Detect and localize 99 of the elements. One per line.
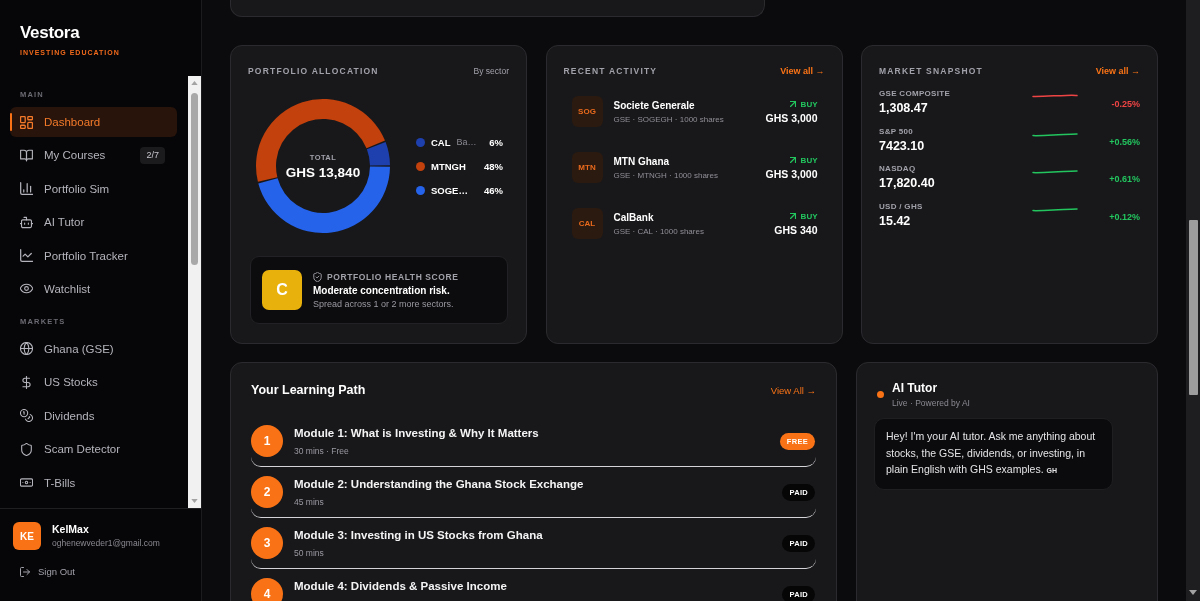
nav-item[interactable]: Dashboard (10, 107, 177, 137)
eye-icon (20, 282, 33, 296)
index-change: -0.25% (1110, 99, 1140, 111)
dollar-icon (20, 375, 33, 389)
nav-item[interactable]: Dividends (10, 400, 177, 431)
view-all-link[interactable]: View all → (1095, 66, 1140, 76)
company-name: MTN Ghana (613, 155, 671, 167)
caret-down-icon[interactable] (1189, 590, 1197, 595)
avatar: KE (13, 522, 41, 550)
index-name: S&P 500 (879, 126, 914, 136)
user-name: KelMax (52, 523, 89, 535)
legend-ticker: MTNGH (431, 160, 466, 172)
index-value: 7423.10 (879, 138, 926, 153)
tutor-title: AI Tutor (892, 381, 939, 395)
health-headline: Moderate concentration risk. (313, 284, 451, 296)
user-email: oghenewveder1@gmail.com (52, 538, 160, 549)
brand-name: Vestora (20, 23, 80, 43)
module-number: 1 (251, 425, 283, 457)
nav-item[interactable]: My Courses 2/7 (10, 140, 177, 171)
view-all-link[interactable]: View All → (770, 384, 816, 396)
shield-icon (20, 442, 33, 456)
module-meta: 30 mins · Free (294, 445, 350, 457)
trade-amount: GHS 340 (774, 223, 818, 236)
page-scrollbar[interactable] (1186, 0, 1200, 601)
nav-item[interactable]: Ghana (GSE) (10, 333, 177, 364)
legend-percent: 6% (489, 136, 503, 148)
nav-item[interactable]: T-Bills (10, 467, 177, 498)
dashboard-icon (20, 115, 33, 129)
grade-tile: C (262, 270, 302, 310)
nav-item[interactable]: US Stocks (10, 367, 177, 398)
index-value: 15.42 (879, 214, 912, 229)
index-value: 1,308.47 (879, 101, 929, 115)
trade-side: BUY (800, 99, 818, 109)
index-change: +0.61% (1108, 174, 1140, 187)
caret-up-icon[interactable] (191, 81, 198, 85)
banknote-icon (20, 476, 33, 489)
module-number: 4 (251, 578, 283, 601)
shield-check-icon (313, 271, 322, 282)
legend-sector: Ba… (456, 137, 477, 147)
sign-out-icon (20, 566, 30, 577)
scrollbar-thumb[interactable] (191, 93, 198, 265)
module-meta: 45 mins (294, 496, 325, 508)
trade-amount: GHS 3,000 (765, 167, 818, 180)
index-name: NASDAQ (879, 164, 917, 174)
view-all-link[interactable]: View all → (780, 66, 825, 76)
legend-percent: 46% (484, 184, 503, 196)
arrow-up-right-icon (789, 157, 796, 163)
nav-item[interactable]: Portfolio Tracker (10, 240, 177, 271)
bar-chart-icon (20, 182, 33, 196)
index-name: GSE COMPOSITE (879, 89, 952, 98)
company-name: CalBank (613, 211, 655, 223)
trade-details: GSE · SOGEGH · 1000 shares (613, 114, 725, 124)
line-chart-icon (20, 249, 33, 263)
card-title: RECENT ACTIVITY (563, 66, 658, 76)
index-name: USD / GHS (879, 202, 924, 212)
section-title: Your Learning Path (251, 383, 366, 397)
ticker-tile: MTN (571, 152, 603, 183)
module-number: 2 (251, 476, 283, 508)
index-change: +0.56% (1108, 136, 1140, 149)
trade-side: BUY (800, 155, 818, 165)
nav-item[interactable]: Watchlist (10, 273, 177, 304)
trade-side: BUY (800, 211, 818, 221)
coins-icon (20, 409, 33, 423)
total-value: GHS 13,840 (285, 164, 361, 180)
ticker-tile: CAL (571, 208, 603, 239)
arrow-up-right-icon (789, 101, 796, 107)
trade-amount: GHS 3,000 (765, 111, 818, 124)
legend-ticker: SOGE… (431, 184, 468, 196)
ticker-tile: SOG (571, 96, 603, 127)
arrow-up-right-icon (789, 213, 796, 219)
trade-details: GSE · MTNGH · 1000 shares (613, 170, 719, 180)
book-icon (20, 148, 33, 162)
count-badge: 2/7 (140, 146, 165, 164)
health-detail: Spread across 1 or 2 more sectors. (313, 298, 455, 309)
legend-percent: 48% (484, 160, 503, 172)
module-meta: 50 mins (294, 547, 325, 559)
nav-item[interactable]: Portfolio Sim (10, 173, 177, 204)
legend-ticker: CAL (431, 136, 451, 148)
health-score-title: PORTFOLIO HEALTH SCORE (327, 271, 459, 282)
trade-details: GSE · CAL · 1000 shares (613, 226, 705, 236)
module-title: Module 1: What is Investing & Why It Matters (294, 426, 540, 441)
module-number: 3 (251, 527, 283, 559)
index-value: 17,820.40 (879, 176, 936, 191)
module-title: Module 3: Investing in US Stocks from Ghana (294, 528, 544, 543)
robot-icon (20, 215, 33, 229)
globe-icon (20, 342, 33, 356)
module-title: Module 4: Dividends & Passive Income (294, 579, 508, 594)
sign-out-button[interactable]: Sign Out (20, 564, 75, 579)
scrollbar-thumb[interactable] (1188, 220, 1198, 395)
tutor-status: Live · Powered by AI (892, 398, 970, 408)
company-name: Societe Generale (613, 99, 696, 111)
nav-item[interactable]: Scam Detector (10, 434, 177, 465)
card-title: PORTFOLIO ALLOCATION (248, 66, 379, 76)
card-title: MARKET SNAPSHOT (879, 66, 983, 76)
nav-item[interactable]: AI Tutor (10, 207, 177, 238)
filter-label: By sector (473, 66, 509, 76)
scrollbar[interactable] (188, 76, 201, 508)
module-title: Module 2: Understanding the Ghana Stock Exchange (294, 477, 585, 492)
index-change: +0.12% (1108, 212, 1140, 225)
